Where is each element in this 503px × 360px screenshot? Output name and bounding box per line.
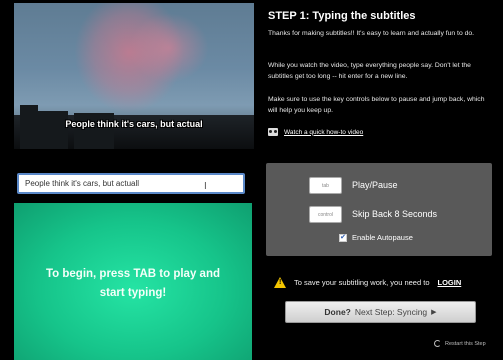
login-notice: ! To save your subtitling work, you need…: [274, 277, 461, 288]
play-pause-label: Play/Pause: [352, 180, 398, 190]
text-cursor-icon: I: [204, 181, 207, 192]
restart-step-link[interactable]: Restart this Step: [434, 340, 486, 347]
next-step-label: Next Step: Syncing: [354, 307, 428, 317]
video-cloud-shape-2: [129, 13, 209, 83]
done-label: Done?: [324, 307, 351, 317]
login-link[interactable]: LOGIN: [438, 278, 462, 287]
autopause-label: Enable Autopause: [352, 233, 413, 242]
video-player[interactable]: People think it's cars, but actual: [14, 3, 254, 149]
login-notice-text: To save your subtitling work, you need t…: [294, 278, 430, 287]
subtitle-input[interactable]: [17, 173, 245, 194]
video-building: [38, 111, 68, 149]
warning-icon: !: [274, 277, 286, 288]
step-title: STEP 1: Typing the subtitles: [268, 10, 416, 22]
restart-label: Restart this Step: [445, 340, 486, 347]
done-next-step-button[interactable]: Done? Next Step: Syncing ▶: [285, 301, 476, 323]
howto-video-link-row[interactable]: Watch a quick how-to video: [268, 128, 363, 136]
restart-icon: [434, 340, 441, 347]
step-watch-text: While you watch the video, type everythi…: [268, 62, 471, 80]
step-intro-text: Thanks for making subtitles!! It's easy …: [268, 30, 475, 37]
start-instructions-panel: To begin, press TAB to play and start ty…: [14, 203, 252, 360]
skip-back-label: Skip Back 8 Seconds: [352, 209, 438, 219]
tab-key-icon: tab: [309, 177, 342, 194]
video-caption: People think it's cars, but actual: [65, 119, 203, 129]
autopause-toggle[interactable]: ✔ Enable Autopause: [339, 233, 413, 242]
control-key-icon: control: [309, 206, 342, 223]
play-arrow-icon: ▶: [431, 309, 437, 316]
film-reel-icon: [268, 128, 278, 136]
start-instructions-text: To begin, press TAB to play and start ty…: [45, 267, 220, 299]
howto-video-link[interactable]: Watch a quick how-to video: [284, 129, 363, 136]
key-controls-panel: tab Play/Pause control Skip Back 8 Secon…: [266, 163, 492, 256]
autopause-checkbox[interactable]: ✔: [339, 233, 347, 242]
step-controls-text: Make sure to use the key controls below …: [268, 96, 485, 114]
